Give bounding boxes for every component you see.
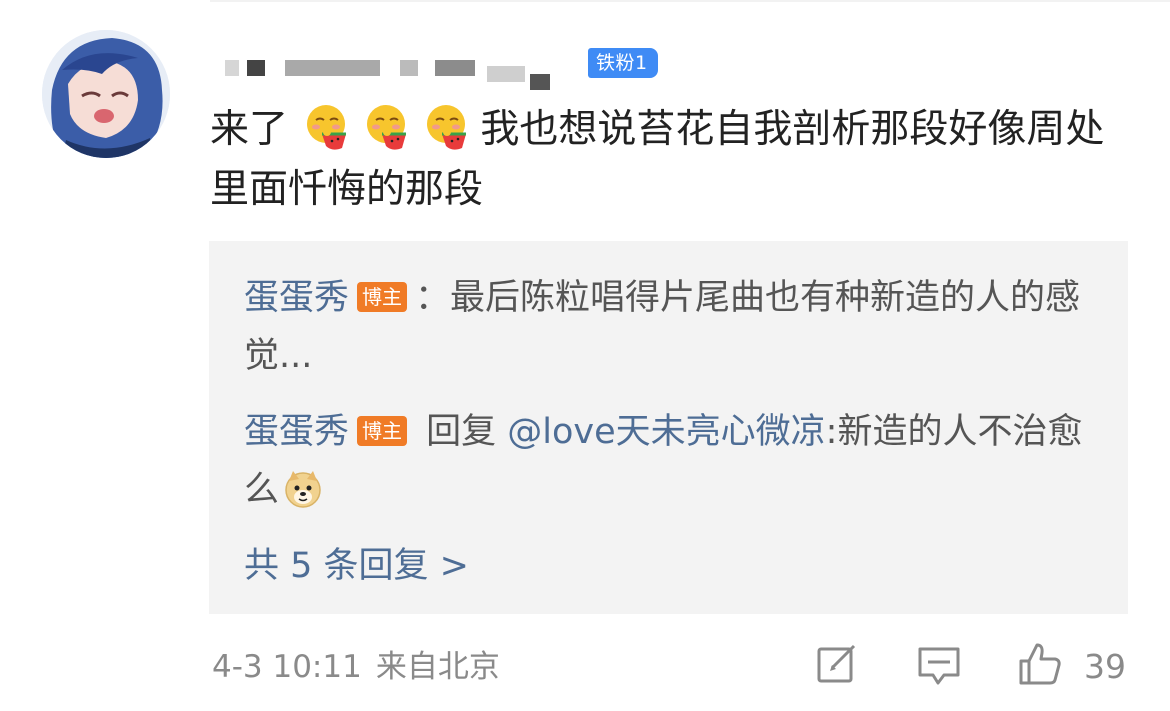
blur-block [285,60,380,76]
blur-block [487,66,525,82]
comment-icon [918,647,960,685]
more-replies-link[interactable]: 共 5 条回复 > [244,541,469,591]
reply-separator: ： [415,278,451,318]
watermelon-face-emoji-icon [302,102,352,152]
top-divider [210,0,1170,2]
blur-block [400,60,418,76]
avatar[interactable] [42,30,170,158]
comment-button[interactable] [916,641,962,693]
like-icon [1019,643,1061,685]
blur-block [435,60,475,76]
comment-location: 来自北京 [375,649,500,685]
comment-text-start: 来了 [210,107,289,152]
edit-button[interactable] [814,641,860,693]
watermelon-face-emoji-icon [362,102,412,152]
edit-icon [817,644,856,683]
owner-badge: 博主 [357,282,408,312]
fans-badge[interactable]: 铁粉1 [588,48,658,78]
like-count: 39 [1084,647,1126,686]
blur-block [530,74,550,90]
owner-badge: 博主 [357,416,408,446]
blur-block [225,60,239,76]
comment-text: 来了 我也想说苔花自我剖析那段好像周处里面忏悔的那段 [210,100,1110,220]
comment-time: 4-3 10:11 [212,649,362,685]
doge-emoji-icon [283,469,323,509]
reply-author[interactable]: 蛋蛋秀 [244,278,349,318]
reply-word: 回复 [415,412,508,452]
watermelon-face-emoji-icon [422,102,472,152]
replies-panel[interactable]: 蛋蛋秀 博主 ：最后陈粒唱得片尾曲也有种新造的人的感觉... 蛋蛋秀 博主 回复 @l… [209,241,1128,614]
username-blurred[interactable] [225,52,555,90]
comment-meta: 4-3 10:11 来自北京 [212,645,500,689]
reply-author[interactable]: 蛋蛋秀 [244,412,349,452]
like-button[interactable] [1017,641,1063,693]
reply-mention[interactable]: @love天未亮心微凉 [507,412,825,452]
reply-item[interactable]: 蛋蛋秀 博主 ：最后陈粒唱得片尾曲也有种新造的人的感觉... [244,269,1104,385]
reply-item[interactable]: 蛋蛋秀 博主 回复 @love天未亮心微凉:新造的人不治愈么 [244,403,1104,519]
blur-block [247,60,265,76]
avatar-image [42,30,170,158]
